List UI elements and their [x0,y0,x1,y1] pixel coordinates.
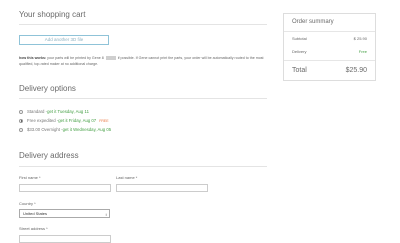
delivery-address-title: Delivery address [19,151,79,160]
total-value: $25.90 [345,67,367,74]
divider [19,98,267,99]
redacted-mask [105,56,116,61]
order-summary-title: Order summary [292,19,334,25]
radio-icon[interactable] [19,109,23,114]
option-label: Free expedited - [27,118,59,123]
first-name-label: First name * [19,175,41,180]
divider [19,166,267,167]
cart-title: Your shopping cart [19,10,86,19]
street-address-input[interactable] [19,235,111,243]
delivery-option-overnight[interactable]: $33.00 Overnight - get it Wednesday, Aug… [19,126,111,133]
divider [284,31,375,32]
note-bold: how this works: [19,56,47,60]
last-name-label: Last name * [116,175,138,180]
order-summary-panel: Order summary Subtotal $ 25.90 Delivery … [283,13,376,81]
total-row: Total $25.90 [292,67,367,74]
country-label: Country * [19,201,36,206]
street-address-label: Street address * [19,226,48,231]
delivery-row: Delivery Free [292,49,367,54]
subtotal-label: Subtotal [292,36,307,41]
delivery-value: Free [358,49,367,54]
subtotal-row: Subtotal $ 25.90 [292,36,367,41]
option-label: Standard - [27,109,48,114]
select-arrows-icon: ↕ [105,212,107,217]
country-select[interactable]: United States ↕ [19,209,110,218]
radio-icon[interactable] [19,127,23,132]
option-label: $33.00 Overnight - [27,127,63,132]
free-badge: FREE [99,118,109,123]
delivery-option-expedited[interactable]: Free expedited - get it Friday, Aug 07 F… [19,117,109,124]
divider [19,24,267,25]
radio-selected-icon[interactable] [19,118,23,123]
note-text-1: your parts will be printed by Gene 8 [47,56,104,60]
delivery-option-standard[interactable]: Standard - get it Tuesday, Aug 11 [19,108,89,115]
how-it-works-note: how this works: your parts will be print… [19,55,269,67]
option-date: get it Friday, Aug 07 [58,118,97,123]
country-value: United States [23,211,48,216]
last-name-input[interactable] [116,184,208,192]
subtotal-value: $ 25.90 [353,36,367,41]
option-date: get it Tuesday, Aug 11 [47,109,89,114]
divider [284,60,375,61]
total-label: Total [292,67,307,74]
delivery-label: Delivery [292,49,307,54]
option-date: get it Wednesday, Aug 05 [62,127,112,132]
add-file-button[interactable]: Add another 3D file [19,35,109,45]
first-name-input[interactable] [19,184,111,192]
delivery-options-title: Delivery options [19,84,76,93]
